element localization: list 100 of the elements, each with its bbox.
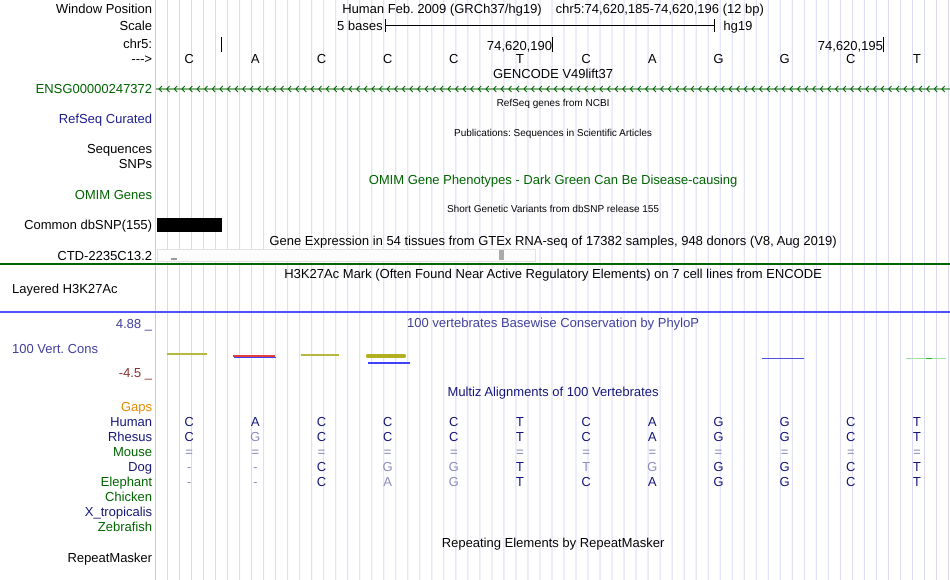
track-label[interactable]: Human: [110, 414, 152, 429]
base-letter: C: [382, 414, 394, 429]
base-letter: A: [646, 51, 658, 66]
base-letter: G: [382, 459, 394, 474]
base-letter: =: [780, 444, 790, 459]
track-title: H3K27Ac Mark (Often Found Near Active Regulatory Elements) on 7 cell lines from ENCODE: [284, 266, 822, 280]
base-letter: -: [186, 459, 192, 474]
gene-strand-drawing[interactable]: [156, 84, 950, 94]
base-letter: =: [250, 444, 260, 459]
track-label[interactable]: 100 Vert. Cons: [0, 340, 98, 356]
scale-text: 5 bases: [337, 18, 383, 33]
base-letter: =: [184, 444, 194, 459]
base-letter: C: [448, 414, 460, 429]
assembly-text: hg19: [723, 18, 752, 33]
base-letter: C: [845, 429, 856, 444]
track-label[interactable]: Mouse: [112, 444, 152, 459]
track-label[interactable]: RefSeq Curated: [58, 111, 152, 126]
track-title: Short Genetic Variants from dbSNP release 155: [447, 204, 659, 215]
track-label[interactable]: ENSG00000247372: [36, 81, 152, 96]
base-letter: T: [516, 51, 524, 66]
base-letter: T: [514, 429, 525, 444]
track-label[interactable]: Common dbSNP(155): [24, 217, 152, 232]
track-label[interactable]: Zebrafish: [98, 519, 152, 534]
track-label[interactable]: OMIM Genes: [74, 187, 152, 202]
track-title: OMIM Gene Phenotypes - Dark Green Can Be Disease-causing: [368, 172, 738, 186]
base-letter: T: [514, 474, 525, 489]
base-letter: =: [912, 444, 922, 459]
base-letter: A: [646, 429, 658, 444]
base-letter: =: [581, 444, 591, 459]
base-letter: G: [448, 459, 460, 474]
variant-bar[interactable]: [157, 218, 223, 232]
axis-max-label: 4.88 _: [116, 316, 152, 331]
base-letter: C: [316, 429, 328, 444]
base-letter: C: [580, 51, 592, 66]
base-letter: A: [250, 51, 261, 66]
base-letter: C: [846, 51, 856, 66]
base-letter: G: [778, 474, 791, 489]
track-label[interactable]: Elephant: [100, 474, 152, 489]
tick-mark: [221, 37, 222, 52]
base-letter: C: [845, 459, 856, 474]
base-letter: C: [448, 51, 460, 66]
base-letter: A: [646, 474, 658, 489]
base-letter: C: [580, 414, 592, 429]
base-letter: T: [912, 474, 922, 489]
base-letter: -: [252, 474, 258, 489]
track-label[interactable]: Chicken: [105, 489, 152, 504]
base-letter: C: [183, 414, 195, 429]
base-letter: G: [712, 474, 724, 489]
base-letter: G: [646, 459, 658, 474]
base-letter: T: [912, 429, 922, 444]
base-letter: -: [186, 474, 192, 489]
track-label[interactable]: SNPs: [118, 156, 152, 171]
row-label: Window Position: [56, 1, 152, 16]
base-letter: C: [580, 474, 592, 489]
base-letter: =: [647, 444, 658, 459]
base-letter: C: [316, 474, 328, 489]
base-letter: T: [912, 51, 922, 66]
base-letter: =: [714, 444, 724, 459]
base-letter: C: [316, 414, 328, 429]
base-letter: C: [845, 474, 856, 489]
track-label[interactable]: X_tropicalis: [84, 504, 152, 519]
base-letter: G: [448, 474, 460, 489]
base-letter: G: [778, 414, 791, 429]
track-title: RefSeq genes from NCBI: [496, 98, 610, 109]
axis-min-label: -4.5 _: [118, 365, 152, 380]
position-text: chr5:74,620,185-74,620,196 (12 bp): [556, 1, 764, 16]
tick-mark: [882, 37, 884, 52]
assembly-name: Human Feb. 2009 (GRCh37/hg19): [342, 1, 542, 16]
track-label[interactable]: CTD-2235C13.2: [57, 248, 152, 263]
base-letter: C: [580, 429, 592, 444]
track-label[interactable]: Rhesus: [108, 429, 152, 444]
base-letter: A: [250, 414, 261, 429]
base-letter: T: [912, 459, 922, 474]
base-letter: G: [712, 429, 724, 444]
position-label: 74,620,190: [486, 38, 552, 53]
track-label[interactable]: Dog: [128, 459, 152, 474]
base-letter: G: [712, 51, 724, 66]
base-letter: G: [712, 459, 724, 474]
base-letter: =: [515, 444, 525, 459]
track-title: Repeating Elements by RepeatMasker: [442, 534, 664, 550]
track-label[interactable]: Layered H3K27Ac: [12, 281, 118, 296]
base-letter: =: [448, 444, 459, 459]
base-letter: C: [316, 51, 328, 66]
base-letter: G: [712, 414, 724, 429]
base-letter: C: [382, 429, 394, 444]
row-label: chr5:: [123, 36, 152, 51]
base-letter: C: [448, 429, 460, 444]
base-letter: G: [249, 429, 262, 444]
base-letter: G: [778, 51, 791, 66]
track-label[interactable]: Sequences: [86, 141, 152, 156]
base-letter: G: [778, 429, 791, 444]
base-letter: C: [316, 459, 328, 474]
track-title: Gene Expression in 54 tissues from GTEx RNA-seq of 17382 samples, 948 donors (V8, Aug 2019): [269, 232, 837, 248]
track-title: 100 vertebrates Basewise Conservation by PhyloP: [407, 314, 699, 332]
row-label: Scale: [119, 18, 152, 33]
track-title: Multiz Alignments of 100 Vertebrates: [447, 384, 658, 398]
track-label[interactable]: RepeatMasker: [67, 550, 152, 565]
tick-mark: [552, 37, 553, 52]
base-letter: G: [778, 459, 791, 474]
base-letter: =: [382, 444, 392, 459]
